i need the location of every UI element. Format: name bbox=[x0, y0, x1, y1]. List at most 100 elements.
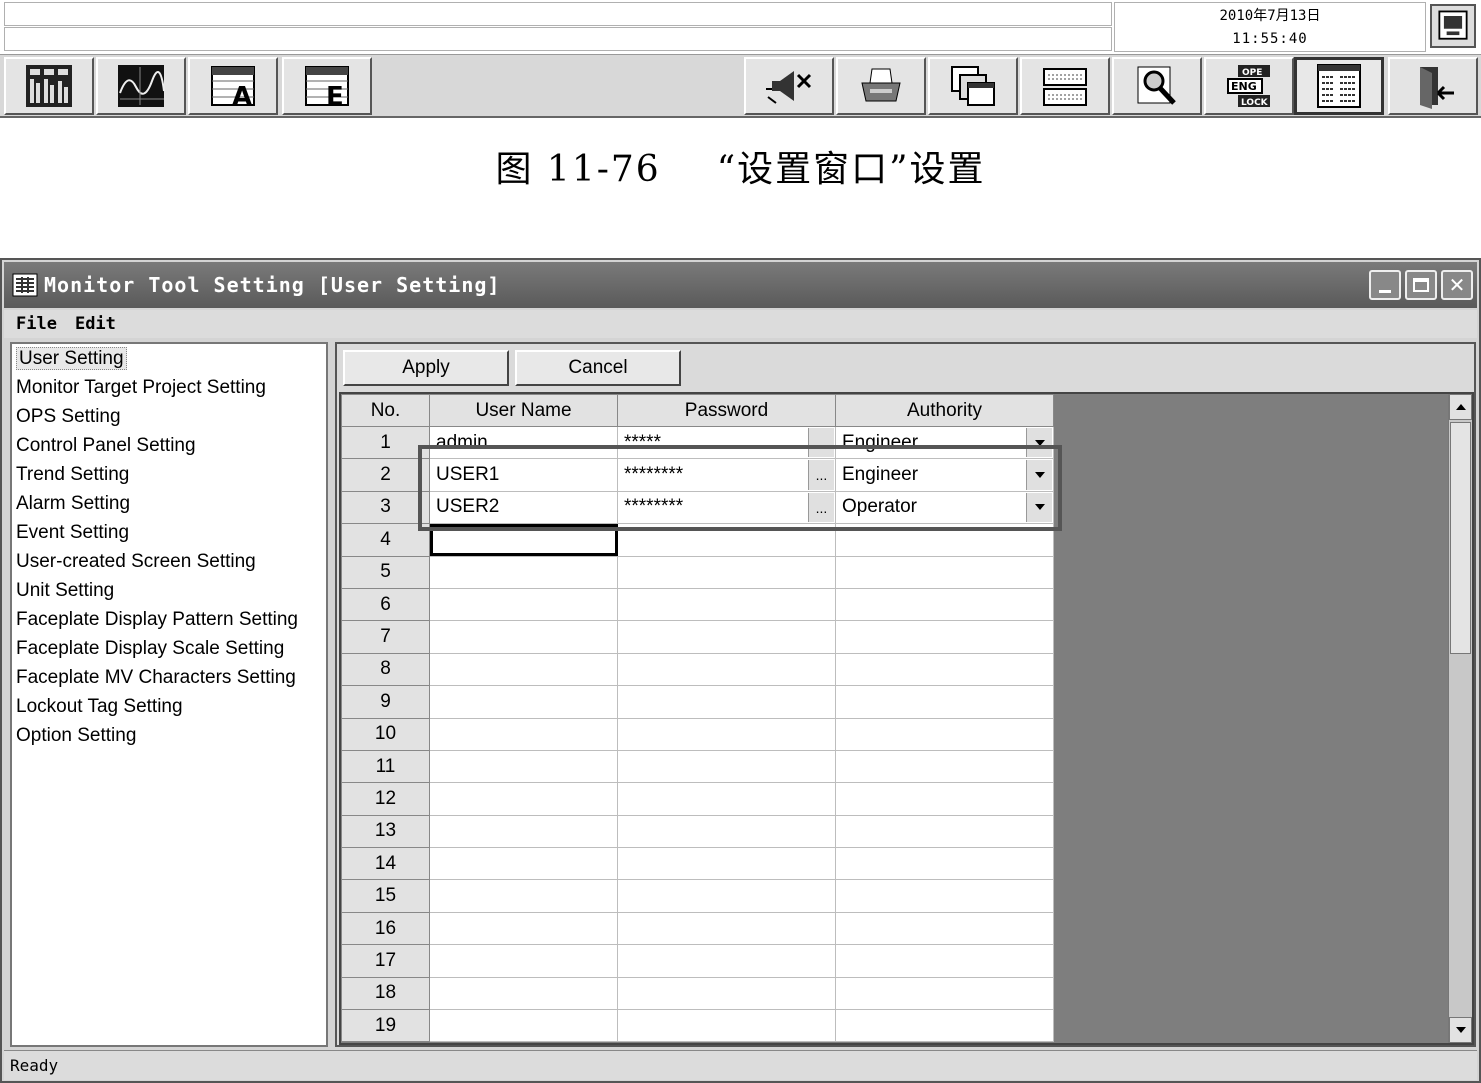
keyboard-button[interactable] bbox=[1020, 57, 1110, 115]
password-cell[interactable] bbox=[617, 717, 836, 751]
password-cell[interactable] bbox=[617, 911, 836, 946]
tree-item[interactable]: Control Panel Setting bbox=[12, 431, 326, 460]
authority-cell[interactable] bbox=[835, 717, 1054, 751]
authority-cell[interactable] bbox=[835, 879, 1054, 913]
user-name-cell[interactable] bbox=[429, 652, 618, 687]
user-name-cell[interactable] bbox=[429, 587, 618, 622]
user-name-cell[interactable]: USER2 bbox=[429, 490, 618, 525]
authority-cell[interactable] bbox=[835, 685, 1054, 719]
cancel-button[interactable]: Cancel bbox=[515, 350, 681, 386]
row-number[interactable]: 8 bbox=[341, 652, 430, 687]
password-cell[interactable] bbox=[617, 652, 836, 687]
row-number[interactable]: 19 bbox=[341, 1009, 430, 1043]
chevron-down-icon[interactable] bbox=[1026, 460, 1052, 490]
user-name-cell[interactable] bbox=[429, 847, 618, 881]
authority-cell[interactable]: Operator bbox=[835, 490, 1054, 525]
authority-cell[interactable] bbox=[835, 944, 1054, 978]
authority-cell[interactable]: Engineer bbox=[835, 425, 1054, 460]
row-number[interactable]: 18 bbox=[341, 976, 430, 1011]
row-number[interactable]: 17 bbox=[341, 944, 430, 978]
tree-item[interactable]: Monitor Target Project Setting bbox=[12, 373, 326, 402]
password-edit-button[interactable]: ... bbox=[808, 428, 834, 458]
password-cell[interactable] bbox=[617, 685, 836, 719]
password-cell[interactable] bbox=[617, 620, 836, 654]
user-name-cell[interactable]: USER1 bbox=[429, 458, 618, 492]
row-number[interactable]: 15 bbox=[341, 879, 430, 913]
row-number[interactable]: 6 bbox=[341, 587, 430, 622]
user-name-cell[interactable] bbox=[429, 555, 618, 589]
tree-item[interactable]: Alarm Setting bbox=[12, 489, 326, 518]
faceplate-button[interactable] bbox=[4, 57, 94, 115]
authority-cell[interactable] bbox=[835, 652, 1054, 687]
authority-cell[interactable] bbox=[835, 587, 1054, 622]
user-name-cell[interactable] bbox=[429, 685, 618, 719]
user-name-cell[interactable] bbox=[429, 944, 618, 978]
trend-button[interactable] bbox=[96, 57, 186, 115]
authority-cell[interactable] bbox=[835, 555, 1054, 589]
row-number[interactable]: 16 bbox=[341, 911, 430, 946]
password-cell[interactable]: *****... bbox=[617, 425, 836, 460]
row-number[interactable]: 4 bbox=[341, 523, 430, 557]
row-number[interactable]: 11 bbox=[341, 749, 430, 784]
close-button[interactable]: ✕ bbox=[1441, 270, 1473, 300]
exit-button[interactable] bbox=[1388, 57, 1478, 115]
tree-item[interactable]: User-created Screen Setting bbox=[12, 547, 326, 576]
row-number[interactable]: 2 bbox=[341, 458, 430, 492]
password-cell[interactable] bbox=[617, 879, 836, 913]
password-cell[interactable] bbox=[617, 555, 836, 589]
row-number[interactable]: 3 bbox=[341, 490, 430, 525]
authority-cell[interactable] bbox=[835, 523, 1054, 557]
user-name-cell[interactable] bbox=[429, 976, 618, 1011]
row-number[interactable]: 10 bbox=[341, 717, 430, 751]
password-cell[interactable] bbox=[617, 976, 836, 1011]
authority-cell[interactable] bbox=[835, 749, 1054, 784]
tree-item[interactable]: OPS Setting bbox=[12, 402, 326, 431]
tree-item[interactable]: Faceplate MV Characters Setting bbox=[12, 663, 326, 692]
row-number[interactable]: 12 bbox=[341, 782, 430, 816]
tree-item[interactable]: Option Setting bbox=[12, 721, 326, 750]
password-cell[interactable]: ********... bbox=[617, 490, 836, 525]
tree-item[interactable]: Lockout Tag Setting bbox=[12, 692, 326, 721]
password-edit-button[interactable]: ... bbox=[808, 460, 834, 490]
print-button[interactable] bbox=[836, 57, 926, 115]
user-name-cell[interactable] bbox=[429, 749, 618, 784]
tree-item[interactable]: Trend Setting bbox=[12, 460, 326, 489]
password-cell[interactable] bbox=[617, 749, 836, 784]
apply-button[interactable]: Apply bbox=[343, 350, 509, 386]
maximize-button[interactable] bbox=[1405, 270, 1437, 300]
tree-item[interactable]: User Setting bbox=[12, 344, 326, 373]
minimize-button[interactable] bbox=[1369, 270, 1401, 300]
user-name-cell[interactable] bbox=[429, 1009, 618, 1043]
menu-file[interactable]: File bbox=[16, 314, 57, 334]
scroll-up-button[interactable] bbox=[1449, 394, 1472, 420]
title-bar[interactable]: Monitor Tool Setting [User Setting] ✕ bbox=[4, 262, 1477, 308]
user-name-cell[interactable] bbox=[429, 620, 618, 654]
row-number[interactable]: 7 bbox=[341, 620, 430, 654]
password-cell[interactable] bbox=[617, 1009, 836, 1043]
password-cell[interactable] bbox=[617, 587, 836, 622]
user-name-cell[interactable] bbox=[429, 879, 618, 913]
password-cell[interactable] bbox=[617, 814, 836, 849]
chevron-down-icon[interactable] bbox=[1026, 428, 1052, 458]
row-number[interactable]: 13 bbox=[341, 814, 430, 849]
password-cell[interactable] bbox=[617, 847, 836, 881]
row-number[interactable]: 1 bbox=[341, 425, 430, 460]
ope-eng-lock-button[interactable]: OPE ENG LOCK bbox=[1204, 57, 1294, 115]
tree-item[interactable]: Faceplate Display Scale Setting bbox=[12, 634, 326, 663]
user-name-cell[interactable] bbox=[429, 814, 618, 849]
user-name-cell[interactable] bbox=[429, 911, 618, 946]
user-name-cell[interactable] bbox=[429, 717, 618, 751]
authority-cell[interactable] bbox=[835, 620, 1054, 654]
password-cell[interactable] bbox=[617, 944, 836, 978]
tree-item[interactable]: Unit Setting bbox=[12, 576, 326, 605]
search-button[interactable] bbox=[1112, 57, 1202, 115]
tree-item[interactable]: Faceplate Display Pattern Setting bbox=[12, 605, 326, 634]
authority-cell[interactable]: Engineer bbox=[835, 458, 1054, 492]
setting-window-button[interactable] bbox=[1294, 57, 1384, 115]
authority-cell[interactable] bbox=[835, 847, 1054, 881]
authority-cell[interactable] bbox=[835, 782, 1054, 816]
user-name-cell[interactable]: admin bbox=[429, 425, 618, 460]
menu-edit[interactable]: Edit bbox=[75, 314, 116, 334]
authority-cell[interactable] bbox=[835, 911, 1054, 946]
help-button[interactable] bbox=[1430, 4, 1476, 48]
